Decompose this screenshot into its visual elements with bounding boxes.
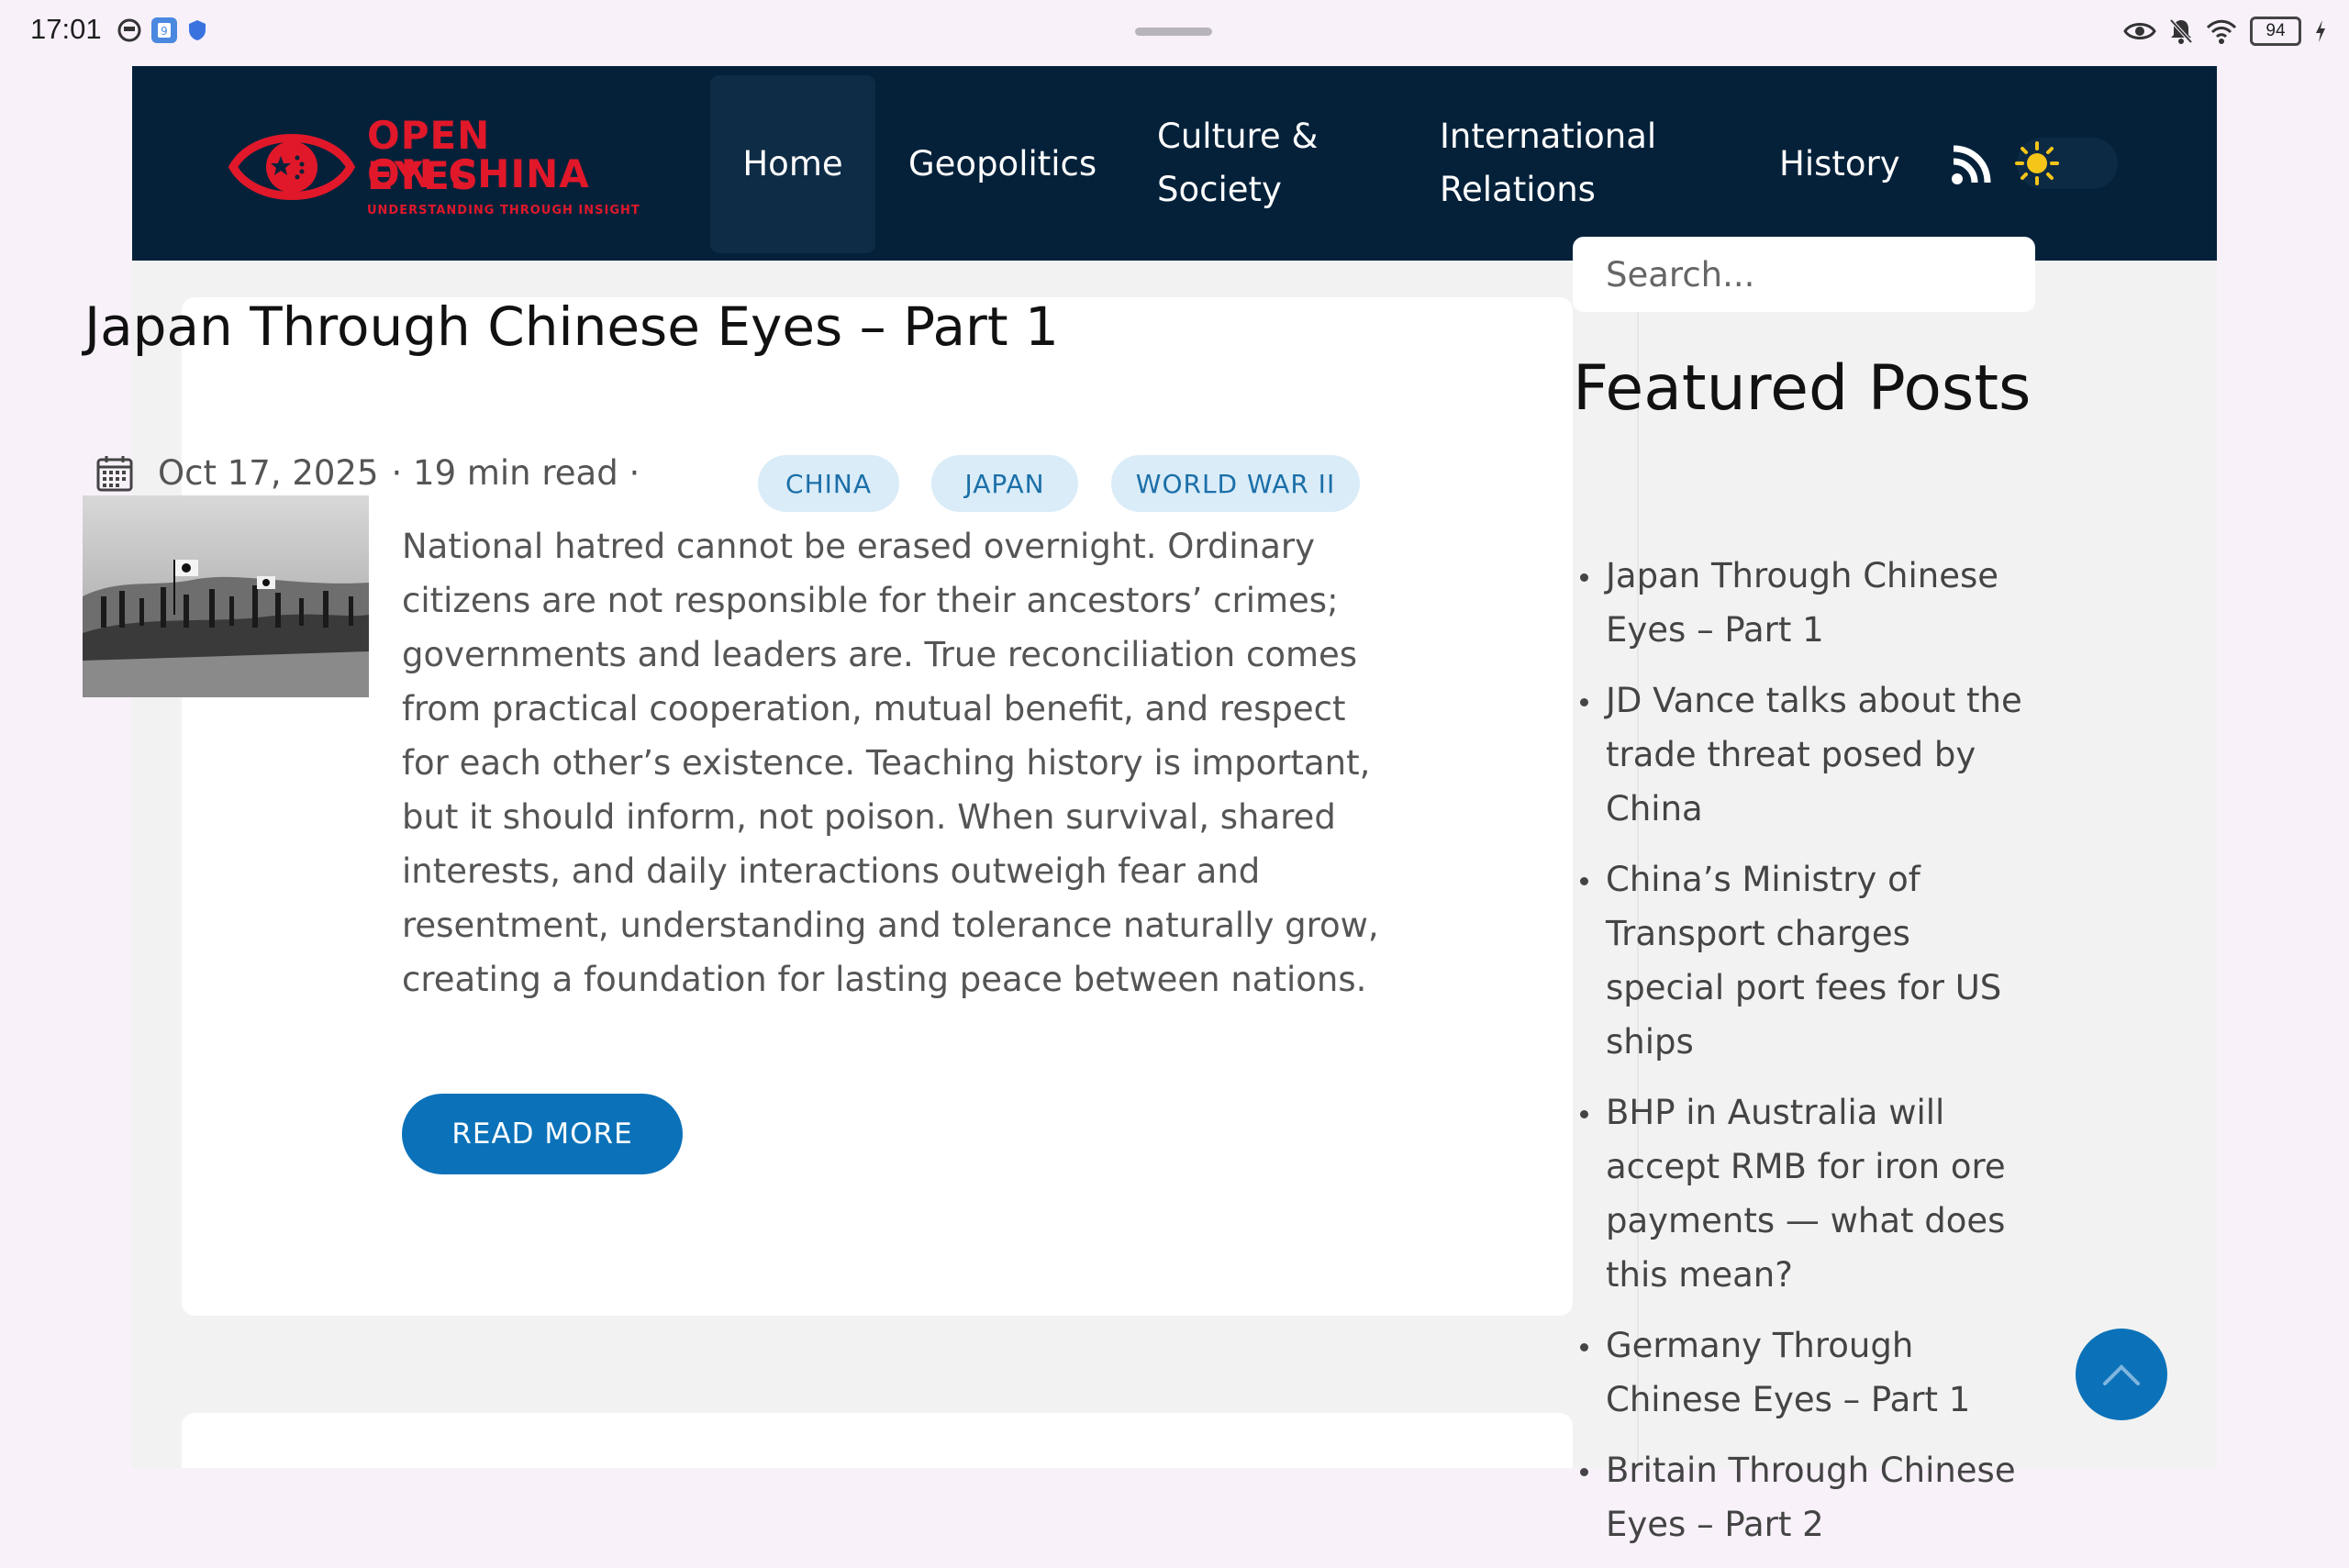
site-logo[interactable]: OPEN EYES ON CHINA UNDERSTANDING THROUGH…	[228, 116, 640, 217]
post-thumbnail[interactable]	[83, 495, 369, 697]
nav-intl-line2: Relations	[1440, 170, 1596, 209]
theme-toggle[interactable]	[2015, 138, 2118, 189]
wifi-icon	[2206, 19, 2237, 44]
post-date: Oct 17, 2025	[158, 453, 379, 493]
charging-icon	[2316, 20, 2325, 42]
battery-icon: 94	[2250, 17, 2301, 46]
status-right-icons: 94	[2123, 17, 2327, 46]
rss-icon[interactable]	[1951, 145, 1991, 185]
status-bar: 17:01 9 94	[0, 0, 2349, 66]
security-app-icon: 9	[151, 17, 177, 43]
featured-post-link[interactable]: JD Vance talks about the trade threat po…	[1580, 673, 2037, 836]
post-meta: Oct 17, 2025 · 19 min read ·	[95, 453, 640, 493]
next-post-card	[182, 1413, 1573, 1468]
bell-off-icon	[2169, 18, 2193, 44]
nav-culture-line1: Culture &	[1157, 117, 1319, 156]
logo-line2: ON CHINA	[367, 151, 590, 196]
featured-posts-heading: Featured Posts	[1573, 352, 2032, 425]
drag-handle[interactable]	[1135, 28, 1212, 36]
eye-logo-icon	[228, 134, 356, 200]
nav-home[interactable]: Home	[710, 75, 875, 253]
shield-icon	[189, 20, 206, 40]
status-left-icons: 9	[117, 17, 207, 44]
featured-post-link[interactable]: China’s Ministry of Transport charges sp…	[1580, 852, 2037, 1069]
nav-culture-line2: Society	[1157, 170, 1282, 209]
post-title[interactable]: Japan Through Chinese Eyes – Part 1	[84, 295, 1059, 358]
search-input[interactable]	[1573, 237, 2035, 312]
tag-japan[interactable]: JAPAN	[931, 455, 1078, 512]
status-time: 17:01	[30, 13, 102, 45]
featured-post-link[interactable]: BHP in Australia will accept RMB for iro…	[1580, 1085, 2037, 1302]
sun-icon	[2015, 141, 2059, 185]
eye-icon	[2123, 23, 2156, 39]
featured-post-link[interactable]: Britain Through Chinese Eyes – Part 2	[1580, 1443, 2037, 1551]
nav-history[interactable]: History	[1779, 138, 1900, 191]
read-more-button[interactable]: READ MORE	[402, 1094, 683, 1174]
featured-posts-list: Japan Through Chinese Eyes – Part 1 JD V…	[1580, 549, 2037, 1568]
site-navbar: OPEN EYES ON CHINA UNDERSTANDING THROUGH…	[132, 66, 2217, 261]
post-excerpt: National hatred cannot be erased overnig…	[402, 527, 1379, 999]
historical-photo-image	[83, 495, 369, 697]
featured-post-link[interactable]: Japan Through Chinese Eyes – Part 1	[1580, 549, 2037, 657]
calendar-icon	[96, 455, 133, 491]
nav-international-relations[interactable]: International Relations	[1440, 110, 1656, 217]
arrow-up-icon	[2103, 1364, 2140, 1385]
featured-post-link[interactable]: Germany Through Chinese Eyes – Part 1	[1580, 1318, 2037, 1427]
scroll-to-top-button[interactable]	[2076, 1329, 2167, 1420]
svg-text:9: 9	[161, 25, 168, 38]
nav-intl-line1: International	[1440, 117, 1657, 156]
tag-world-war-ii[interactable]: WORLD WAR II	[1111, 455, 1360, 512]
logo-tagline: UNDERSTANDING THROUGH INSIGHT	[367, 204, 640, 217]
post-read-time: · 19 min read ·	[391, 453, 640, 493]
nav-geopolitics[interactable]: Geopolitics	[908, 138, 1097, 191]
tag-china[interactable]: CHINA	[758, 455, 899, 512]
nav-culture-society[interactable]: Culture & Society	[1157, 110, 1318, 217]
app-notification-icon	[117, 18, 141, 42]
